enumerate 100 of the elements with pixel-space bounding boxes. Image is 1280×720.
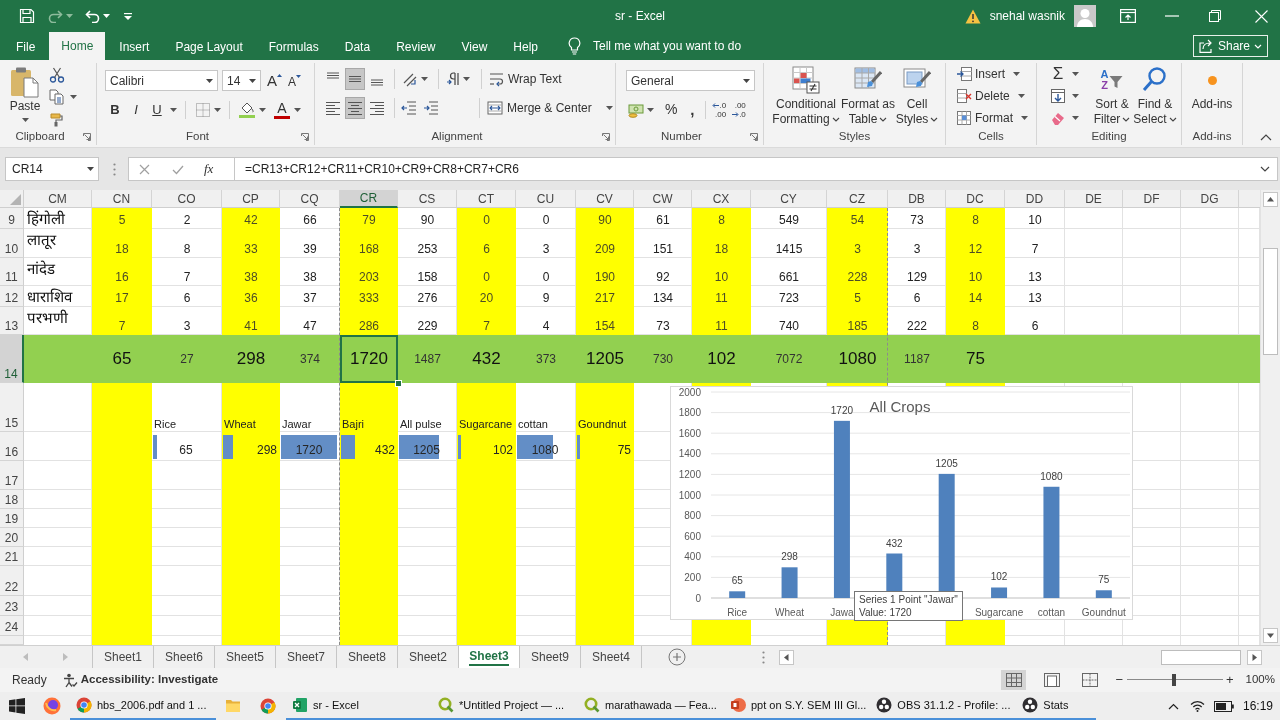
increase-indent-icon[interactable]	[423, 100, 439, 116]
caret-icon[interactable]	[743, 78, 750, 83]
caret-icon[interactable]	[831, 117, 840, 122]
caret-icon[interactable]	[1122, 117, 1131, 122]
vertical-dots-icon[interactable]	[762, 650, 765, 664]
row-header[interactable]: 19	[0, 509, 24, 528]
caret-icon[interactable]	[1013, 72, 1020, 76]
bar[interactable]	[1095, 590, 1112, 598]
caret-icon[interactable]	[21, 118, 29, 122]
format-cells-icon[interactable]	[956, 110, 972, 126]
scrollbar-thumb[interactable]	[1161, 649, 1241, 665]
styles-button[interactable]: Format as Table	[842, 65, 894, 129]
page-layout-icon[interactable]	[1043, 673, 1060, 687]
cells-button[interactable]: Format	[956, 110, 1036, 126]
ribbon-tab[interactable]: File	[4, 34, 48, 60]
caret-icon[interactable]	[103, 14, 110, 18]
column-header[interactable]: CQ	[280, 190, 340, 208]
insert-cells-icon[interactable]	[956, 66, 972, 82]
share-icon[interactable]	[1198, 39, 1214, 53]
start-menu-icon[interactable]	[9, 698, 25, 714]
dialog-launcher-icon[interactable]	[301, 133, 309, 141]
row-header[interactable]: 20	[0, 528, 24, 547]
row-header[interactable]: 16	[0, 432, 24, 461]
caret-icon[interactable]	[170, 107, 177, 112]
merge-cells-icon[interactable]	[487, 100, 503, 116]
tell-me-search[interactable]: Tell me what you want to do	[593, 37, 742, 55]
page-break-icon[interactable]	[1081, 673, 1098, 687]
font-size-dropdown[interactable]: 14	[222, 70, 261, 91]
ribbon-tab[interactable]: Home	[49, 32, 106, 60]
comma-style-button[interactable]: ,	[688, 102, 697, 117]
browser-icon[interactable]	[76, 697, 92, 713]
row-header[interactable]: 11	[0, 258, 24, 286]
close-icon[interactable]	[1255, 9, 1268, 23]
clock[interactable]: 16:19	[1242, 697, 1273, 715]
cells-button[interactable]: Delete	[956, 88, 1036, 104]
scrollbar-thumb[interactable]	[1263, 248, 1278, 355]
column-header[interactable]: CW	[634, 190, 692, 208]
taskbar-button[interactable]: sr - Excel	[286, 692, 432, 720]
taskbar-button[interactable]: *Untitled Project — ...	[432, 692, 578, 720]
sort-filter-button[interactable]: A Z Sort & Filter	[1092, 66, 1132, 129]
zoom-slider[interactable]	[1127, 673, 1223, 687]
cancel-icon[interactable]	[139, 163, 150, 175]
column-header[interactable]: CZ	[827, 190, 888, 208]
add-ins-button[interactable]: Add-ins	[1191, 76, 1233, 129]
restore-icon[interactable]	[1209, 10, 1221, 22]
column-header[interactable]: DD	[1005, 190, 1065, 208]
formula-input[interactable]: =CR13+CR12+CR11+CR10+CR9+CR8+CR7+CR6	[234, 157, 1278, 181]
customize-toolbar-icon[interactable]	[124, 12, 132, 20]
font-name-dropdown[interactable]: Calibri	[105, 70, 218, 91]
column-header[interactable]: DG	[1181, 190, 1239, 208]
sheet-tab[interactable]: Sheet3	[459, 646, 520, 668]
lightbulb-icon[interactable]	[568, 37, 581, 55]
autosum-button[interactable]: Σ	[1050, 66, 1066, 82]
delete-cells-icon[interactable]	[956, 88, 972, 104]
wrap-text-icon[interactable]	[489, 71, 504, 87]
eraser-icon[interactable]	[1050, 110, 1066, 126]
wifi-icon[interactable]	[1189, 700, 1205, 712]
caret-icon[interactable]	[87, 167, 94, 171]
caret-icon[interactable]	[1021, 116, 1028, 120]
row-header[interactable]: 15	[0, 383, 24, 432]
ribbon-tab[interactable]: Page Layout	[163, 34, 255, 60]
row-header[interactable]: 18	[0, 490, 24, 509]
caret-icon[interactable]	[1168, 117, 1177, 122]
scroll-down-icon[interactable]	[1263, 628, 1278, 643]
caret-icon[interactable]	[421, 77, 428, 81]
paintbrush-icon[interactable]	[49, 111, 65, 127]
increase-decimal-button[interactable]: .0 .00	[712, 100, 727, 119]
column-header[interactable]: CP	[222, 190, 280, 208]
caret-icon[interactable]	[206, 78, 213, 83]
caret-icon[interactable]	[1072, 116, 1079, 120]
caret-icon[interactable]	[930, 117, 939, 122]
column-header[interactable]: CR	[340, 190, 398, 208]
accessibility-icon[interactable]	[62, 672, 78, 688]
dot-icon[interactable]	[1207, 76, 1217, 85]
italic-button[interactable]: I	[126, 99, 146, 120]
caret-icon[interactable]	[294, 107, 301, 112]
bold-button[interactable]: B	[105, 99, 125, 120]
paste-button[interactable]: Paste	[4, 63, 46, 129]
caret-icon[interactable]	[214, 107, 221, 112]
row-header[interactable]: 13	[0, 307, 24, 335]
styles-button[interactable]: Conditional Formatting	[773, 65, 839, 129]
caret-icon[interactable]	[647, 107, 654, 112]
redo-icon[interactable]	[48, 9, 63, 23]
column-header[interactable]: CM	[24, 190, 92, 208]
caret-icon[interactable]	[259, 107, 266, 112]
ribbon-tab[interactable]: Data	[332, 34, 383, 60]
caret-icon[interactable]	[605, 106, 613, 110]
ring-icon[interactable]	[438, 697, 454, 713]
column-header[interactable]: DB	[888, 190, 946, 208]
battery-icon[interactable]	[1213, 700, 1234, 712]
scroll-right-icon[interactable]	[1247, 649, 1262, 665]
ribbon-tab[interactable]: Insert	[107, 34, 162, 60]
copy-icon[interactable]	[49, 89, 64, 105]
caret-icon[interactable]	[249, 78, 256, 83]
paragraph-direction-icon[interactable]	[446, 71, 460, 87]
circle-logo-icon[interactable]	[876, 697, 893, 713]
ring-icon[interactable]	[584, 697, 600, 713]
column-header[interactable]: CX	[692, 190, 751, 208]
caret-icon[interactable]	[1017, 94, 1025, 98]
column-header[interactable]: DC	[946, 190, 1005, 208]
